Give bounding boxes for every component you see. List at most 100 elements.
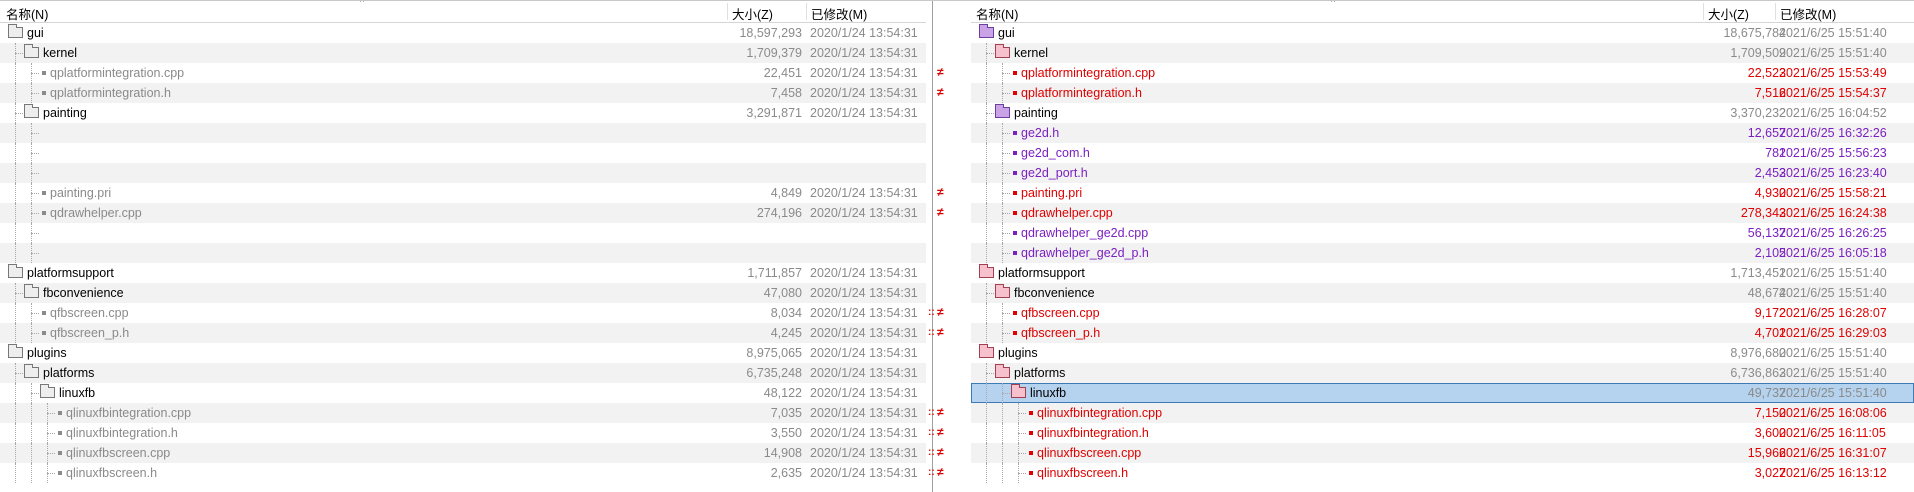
- folder-row[interactable]: platformsupport 1,713,451 2021/6/25 15:51:…: [971, 263, 1914, 283]
- tree-branch: [31, 153, 39, 154]
- item-name: platformsupport: [998, 266, 1085, 280]
- item-name: painting: [43, 106, 87, 120]
- file-row[interactable]: qdrawhelper.cpp 278,343 2021/6/25 16:24:38: [971, 203, 1914, 223]
- file-row[interactable]: painting.pri 4,930 2021/6/25 15:58:21: [971, 183, 1914, 203]
- item-modified: 2021/6/25 16:08:06: [1779, 406, 1887, 420]
- file-row[interactable]: qplatformintegration.cpp 22,523 2021/6/25 …: [971, 63, 1914, 83]
- tree-branch: [1018, 433, 1026, 434]
- file-row[interactable]: qdrawhelper_ge2d_p.h 2,105 2021/6/25 16:05…: [971, 243, 1914, 263]
- sync-icon[interactable]: ::: [928, 327, 935, 338]
- file-row[interactable]: qfbscreen.cpp 8,034 2020/1/24 13:54:31: [0, 303, 926, 323]
- tree-line: [15, 443, 16, 463]
- folder-row[interactable]: fbconvenience 48,674 2021/6/25 15:51:40: [971, 283, 1914, 303]
- tree-line: [986, 323, 987, 343]
- column-header-modified[interactable]: 已修改(M): [1780, 4, 1836, 23]
- item-name: plugins: [27, 346, 67, 360]
- folder-row[interactable]: platforms 6,736,863 2021/6/25 15:51:40: [971, 363, 1914, 383]
- file-row[interactable]: qdrawhelper.cpp 274,196 2020/1/24 13:54:31: [0, 203, 926, 223]
- column-separator[interactable]: [1703, 3, 1704, 20]
- sync-icon[interactable]: ::: [928, 447, 935, 458]
- file-row[interactable]: qplatformintegration.h 7,458 2020/1/24 13:…: [0, 83, 926, 103]
- tree-branch: [47, 433, 55, 434]
- folder-row[interactable]: linuxfb 49,737 2021/6/25 15:51:40: [971, 383, 1914, 403]
- empty-row[interactable]: [0, 163, 926, 183]
- item-modified: 2021/6/25 15:51:40: [1779, 386, 1887, 400]
- sync-icon[interactable]: ::: [928, 407, 935, 418]
- column-header-modified[interactable]: 已修改(M): [811, 4, 867, 23]
- folder-row[interactable]: painting 3,370,232 2021/6/25 16:04:52: [971, 103, 1914, 123]
- file-icon: [1013, 251, 1017, 255]
- file-icon: [42, 71, 46, 75]
- folder-row[interactable]: linuxfb 48,122 2020/1/24 13:54:31: [0, 383, 926, 403]
- file-row[interactable]: ge2d_port.h 2,453 2021/6/25 16:23:40: [971, 163, 1914, 183]
- right-header: 名称(N) ^ 大小(Z) 已修改(M): [971, 1, 1914, 23]
- file-row[interactable]: qplatformintegration.h 7,516 2021/6/25 15:…: [971, 83, 1914, 103]
- file-icon: [1029, 411, 1033, 415]
- empty-row[interactable]: [0, 123, 926, 143]
- folder-icon: [24, 364, 39, 378]
- folder-row[interactable]: platformsupport 1,711,857 2020/1/24 13:54:…: [0, 263, 926, 283]
- file-row[interactable]: qlinuxfbintegration.cpp 7,035 2020/1/24 13…: [0, 403, 926, 423]
- folder-row[interactable]: kernel 1,709,379 2020/1/24 13:54:31: [0, 43, 926, 63]
- file-row[interactable]: ge2d.h 12,657 2021/6/25 16:32:26: [971, 123, 1914, 143]
- tree-branch: [15, 373, 23, 374]
- file-row[interactable]: qlinuxfbscreen.cpp 15,966 2021/6/25 16:31:…: [971, 443, 1914, 463]
- folder-row[interactable]: fbconvenience 47,080 2020/1/24 13:54:31: [0, 283, 926, 303]
- empty-row[interactable]: [0, 143, 926, 163]
- file-row[interactable]: qfbscreen.cpp 9,172 2021/6/25 16:28:07: [971, 303, 1914, 323]
- item-size: 4,245: [770, 326, 802, 340]
- tree-line: [15, 423, 16, 443]
- folder-row[interactable]: gui 18,675,784 2021/6/25 15:51:40: [971, 23, 1914, 43]
- folder-row[interactable]: painting 3,291,871 2020/1/24 13:54:31: [0, 103, 926, 123]
- empty-row[interactable]: [0, 243, 926, 263]
- empty-row[interactable]: [0, 223, 926, 243]
- file-row[interactable]: qfbscreen_p.h 4,245 2020/1/24 13:54:31: [0, 323, 926, 343]
- diff-marker: ≠: [937, 205, 944, 219]
- tree-branch: [31, 253, 39, 254]
- file-row[interactable]: qlinuxfbintegration.h 3,600 2021/6/25 16:1…: [971, 423, 1914, 443]
- tree-line: [986, 223, 987, 243]
- folder-icon: [24, 284, 39, 298]
- tree-line: [15, 243, 16, 263]
- sync-icon[interactable]: ::: [928, 307, 935, 318]
- column-separator[interactable]: [1775, 3, 1776, 20]
- item-modified: 2021/6/25 16:05:18: [1779, 246, 1887, 260]
- column-header-name[interactable]: 名称(N): [976, 4, 1018, 23]
- file-row[interactable]: painting.pri 4,849 2020/1/24 13:54:31: [0, 183, 926, 203]
- folder-icon: [40, 384, 55, 398]
- folder-row[interactable]: plugins 8,976,680 2021/6/25 15:51:40: [971, 343, 1914, 363]
- file-row[interactable]: qdrawhelper_ge2d.cpp 56,137 2021/6/25 16:2…: [971, 223, 1914, 243]
- column-header-name[interactable]: 名称(N): [6, 4, 48, 23]
- file-row[interactable]: qlinuxfbscreen.h 2,635 2020/1/24 13:54:31: [0, 463, 926, 483]
- item-name: painting.pri: [1021, 186, 1083, 200]
- column-separator[interactable]: [727, 3, 728, 20]
- item-size: 274,196: [756, 206, 802, 220]
- item-name: qfbscreen.cpp: [1021, 306, 1100, 320]
- tree-branch: [1018, 473, 1026, 474]
- item-name: qdrawhelper.cpp: [50, 206, 142, 220]
- file-row[interactable]: qlinuxfbscreen.h 3,027 2021/6/25 16:13:12: [971, 463, 1914, 483]
- item-size: 18,675,784: [1723, 26, 1786, 40]
- column-header-size[interactable]: 大小(Z): [1708, 4, 1749, 23]
- item-size: 3,550: [770, 426, 802, 440]
- column-header-size[interactable]: 大小(Z): [732, 4, 773, 23]
- pane-divider[interactable]: [932, 1, 933, 492]
- folder-row[interactable]: plugins 8,975,065 2020/1/24 13:54:31: [0, 343, 926, 363]
- file-row[interactable]: qplatformintegration.cpp 22,451 2020/1/24 …: [0, 63, 926, 83]
- right-pane[interactable]: 名称(N) ^ 大小(Z) 已修改(M) gui 18,675,784 2021/6…: [971, 1, 1914, 492]
- sync-icon[interactable]: ::: [928, 467, 935, 478]
- file-row[interactable]: qfbscreen_p.h 4,701 2021/6/25 16:29:03: [971, 323, 1914, 343]
- column-separator[interactable]: [806, 3, 807, 20]
- file-row[interactable]: qlinuxfbintegration.h 3,550 2020/1/24 13:5…: [0, 423, 926, 443]
- diff-marker: ≠: [937, 325, 944, 339]
- file-row[interactable]: qlinuxfbscreen.cpp 14,908 2020/1/24 13:54:…: [0, 443, 926, 463]
- tree-line: [15, 383, 16, 403]
- left-pane[interactable]: 名称(N) ^ 大小(Z) 已修改(M) gui 18,597,293 2020/1…: [0, 1, 926, 492]
- file-row[interactable]: ge2d_com.h 781 2021/6/25 15:56:23: [971, 143, 1914, 163]
- file-row[interactable]: qlinuxfbintegration.cpp 7,150 2021/6/25 16…: [971, 403, 1914, 423]
- sync-icon[interactable]: ::: [928, 427, 935, 438]
- folder-row[interactable]: platforms 6,735,248 2020/1/24 13:54:31: [0, 363, 926, 383]
- folder-row[interactable]: gui 18,597,293 2020/1/24 13:54:31: [0, 23, 926, 43]
- folder-row[interactable]: kernel 1,709,509 2021/6/25 15:51:40: [971, 43, 1914, 63]
- tree-branch: [1002, 173, 1010, 174]
